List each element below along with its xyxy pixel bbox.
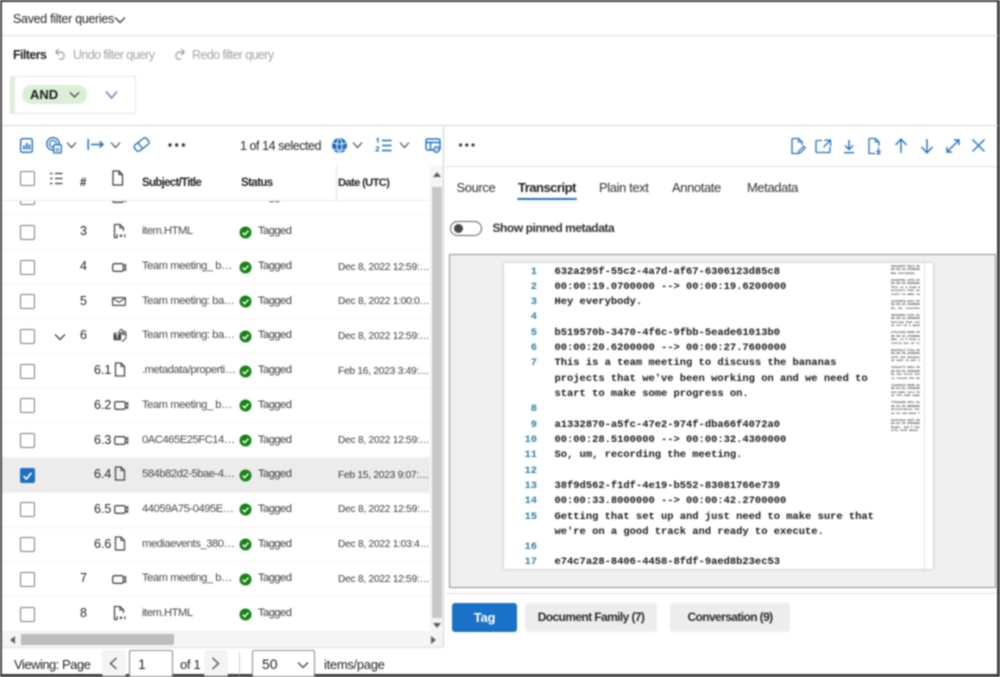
svg-text:T: T: [115, 334, 120, 341]
